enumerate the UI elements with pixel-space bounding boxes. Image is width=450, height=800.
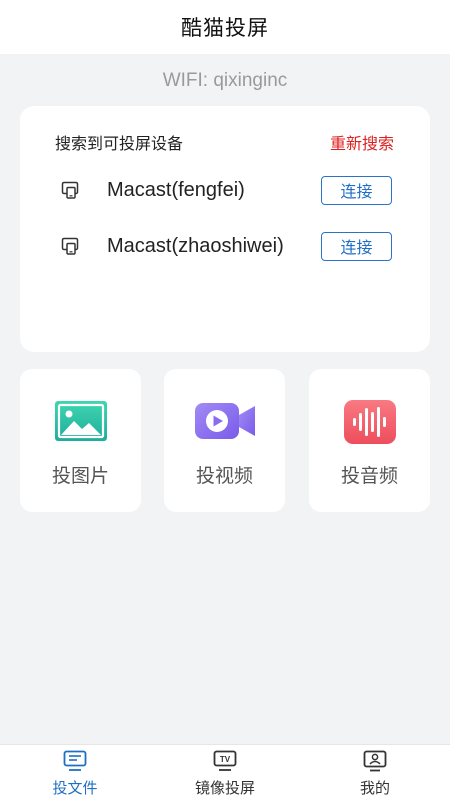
app-header: 酷猫投屏 bbox=[0, 0, 450, 54]
rescan-button[interactable]: 重新搜索 bbox=[330, 130, 394, 154]
cast-device-icon bbox=[60, 179, 82, 201]
wifi-status: WIFI: qixinginc bbox=[162, 70, 288, 91]
nav-label-mirror: 镜像投屏 bbox=[194, 779, 255, 797]
connect-button[interactable]: 连接 bbox=[321, 175, 392, 205]
svg-text:TV: TV bbox=[220, 755, 231, 764]
app-screen: 酷猫投屏 WIFI: qixinginc 搜索到可投屏设备 重新搜索 Macas… bbox=[0, 0, 450, 800]
video-camera-icon bbox=[164, 399, 285, 443]
cast-image-label: 投图片 bbox=[51, 465, 109, 487]
device-name: Macast(zhaoshiwei) bbox=[107, 234, 284, 257]
device-list-header: 搜索到可投屏设备 重新搜索 bbox=[55, 130, 394, 154]
device-list-card: 搜索到可投屏设备 重新搜索 Macast(fengfei) 连接 Macast(… bbox=[20, 106, 430, 352]
cast-device-icon bbox=[60, 235, 82, 257]
tv-mirror-icon: TV bbox=[211, 749, 239, 773]
profile-icon bbox=[361, 749, 389, 773]
cast-image-tile[interactable]: 投图片 bbox=[20, 369, 141, 512]
nav-label-profile: 我的 bbox=[359, 779, 390, 797]
bottom-nav: 投文件 TV 镜像投屏 我的 bbox=[0, 744, 450, 800]
connect-button[interactable]: 连接 bbox=[321, 231, 392, 261]
feature-tiles: 投图片 投视频 投音频 bbox=[20, 369, 430, 512]
image-icon bbox=[20, 399, 141, 443]
cast-audio-label: 投音频 bbox=[340, 465, 398, 487]
cast-audio-tile[interactable]: 投音频 bbox=[309, 369, 430, 512]
nav-item-profile[interactable]: 我的 bbox=[300, 745, 450, 800]
nav-label-cast-file: 投文件 bbox=[52, 779, 98, 797]
device-row[interactable]: Macast(zhaoshiwei) 连接 bbox=[60, 231, 392, 261]
device-row[interactable]: Macast(fengfei) 连接 bbox=[60, 175, 392, 205]
cast-video-tile[interactable]: 投视频 bbox=[164, 369, 285, 512]
audio-wave-icon bbox=[309, 399, 430, 445]
cast-file-icon bbox=[61, 749, 89, 773]
nav-item-cast-file[interactable]: 投文件 bbox=[0, 745, 150, 800]
nav-item-mirror[interactable]: TV 镜像投屏 bbox=[150, 745, 300, 800]
device-list-title: 搜索到可投屏设备 bbox=[55, 134, 184, 153]
device-name: Macast(fengfei) bbox=[107, 178, 245, 201]
cast-video-label: 投视频 bbox=[195, 465, 253, 487]
app-title: 酷猫投屏 bbox=[181, 16, 269, 40]
